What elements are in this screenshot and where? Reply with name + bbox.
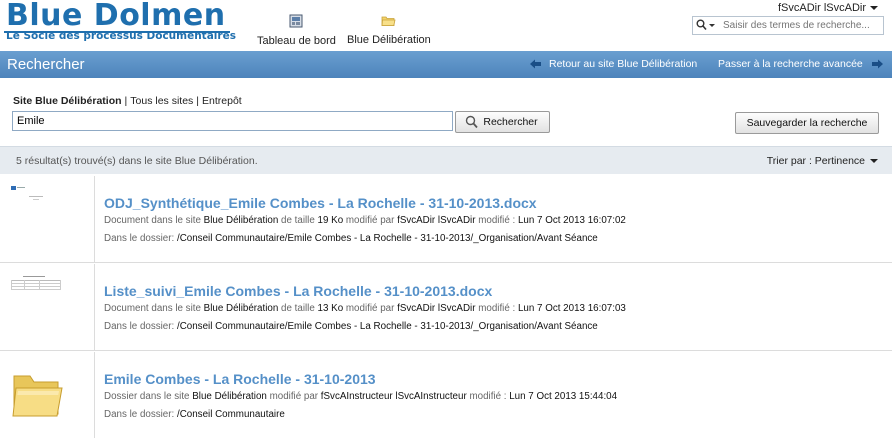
search-button-label: Rechercher (483, 116, 538, 128)
result-item: Emile Combes - La Rochelle - 31-10-2013 … (0, 352, 892, 438)
result-size: 13 Ko (317, 303, 344, 314)
result-type: Document dans le site (104, 215, 201, 226)
advanced-search-link[interactable]: Passer à la recherche avancée (718, 58, 883, 70)
chevron-down-icon (870, 159, 878, 164)
search-options-caret-icon[interactable] (709, 24, 715, 27)
arrow-right-icon (871, 59, 883, 72)
save-search-label: Sauvegarder la recherche (746, 117, 868, 129)
header: Blue Dolmen Le Socle des processus Docum… (0, 0, 892, 51)
back-to-site-label: Retour au site Blue Délibération (549, 58, 698, 70)
scope-all-sites[interactable]: Tous les sites (130, 95, 193, 107)
logo-tagline: Le Socle des processus Documentaires (6, 30, 236, 42)
chevron-down-icon (870, 6, 878, 11)
search-icon (465, 115, 478, 136)
thumbnail-column (0, 352, 95, 438)
result-modified-prefix: modifié : (469, 391, 507, 402)
scope-site[interactable]: Site Blue Délibération (13, 95, 122, 107)
result-modified-date: Lun 7 Oct 2013 16:07:02 (517, 215, 626, 226)
result-meta: Document dans le site Blue Délibération … (104, 215, 626, 226)
title-bar: Rechercher Retour au site Blue Délibérat… (0, 51, 892, 78)
blue-deliberation-label: Blue Délibération (347, 34, 431, 46)
folder-icon (347, 14, 431, 30)
result-folder-label: Dans le dossier: (104, 233, 175, 244)
result-meta: Document dans le site Blue Délibération … (104, 303, 626, 314)
logo-title[interactable]: Blue Dolmen (6, 0, 226, 33)
header-search-input[interactable] (723, 18, 881, 33)
arrow-left-icon (530, 59, 542, 72)
result-modified-by-prefix: modifié par (269, 391, 319, 402)
result-modified-prefix: modifié : (478, 303, 516, 314)
result-modified-date: Lun 7 Oct 2013 16:07:03 (517, 303, 626, 314)
result-modified-date: Lun 7 Oct 2013 15:44:04 (509, 391, 618, 402)
search-icon[interactable] (696, 19, 707, 34)
user-menu[interactable]: fSvcADir lSvcADir (778, 2, 878, 14)
advanced-search-label: Passer à la recherche avancée (718, 58, 863, 70)
result-folder-link[interactable]: /Conseil Communautaire/Emile Combes - La… (177, 321, 598, 332)
back-to-site-link[interactable]: Retour au site Blue Délibération (530, 58, 697, 70)
header-search (692, 16, 884, 35)
dashboard-link[interactable]: Tableau de bord (257, 14, 336, 47)
result-modified-by-prefix: modifié par (345, 215, 395, 226)
search-input[interactable] (13, 112, 452, 130)
result-type: Document dans le site (104, 303, 201, 314)
document-thumbnail[interactable] (9, 184, 63, 220)
result-folder-line: Dans le dossier: /Conseil Communautaire/… (104, 233, 598, 244)
thumbnail-column (0, 176, 95, 262)
results-count: 5 résultat(s) trouvé(s) dans le site Blu… (16, 155, 258, 167)
result-size: 19 Ko (317, 215, 344, 226)
result-folder-line: Dans le dossier: /Conseil Communautaire (104, 409, 285, 420)
thumbnail-column (0, 264, 95, 350)
table-document-thumbnail[interactable] (9, 272, 63, 308)
result-site-link[interactable]: Blue Délibération (204, 303, 279, 314)
user-name: fSvcADir lSvcADir (777, 2, 866, 14)
scope-separator: | (124, 95, 128, 107)
result-folder-link[interactable]: /Conseil Communautaire (177, 409, 285, 420)
result-modified-prefix: modifié : (478, 215, 516, 226)
blue-deliberation-link[interactable]: Blue Délibération (347, 14, 431, 46)
result-type: Dossier dans le site (104, 391, 190, 402)
result-meta: Dossier dans le site Blue Délibération m… (104, 391, 617, 402)
scope-repository[interactable]: Entrepôt (202, 95, 242, 107)
results-bar: 5 résultat(s) trouvé(s) dans le site Blu… (0, 146, 892, 174)
result-size-prefix: de taille (281, 215, 315, 226)
folder-icon[interactable] (10, 370, 64, 420)
scope-separator: | (196, 95, 200, 107)
result-folder-link[interactable]: /Conseil Communautaire/Emile Combes - La… (177, 233, 598, 244)
save-search-button[interactable]: Sauvegarder la recherche (735, 112, 879, 134)
search-button[interactable]: Rechercher (455, 111, 550, 133)
result-folder-label: Dans le dossier: (104, 321, 175, 332)
result-modifier-link[interactable]: fSvcADir lSvcADir (397, 303, 475, 314)
result-folder-line: Dans le dossier: /Conseil Communautaire/… (104, 321, 598, 332)
result-folder-label: Dans le dossier: (104, 409, 175, 420)
search-scope: Site Blue Délibération | Tous les sites | En… (13, 95, 242, 107)
result-modifier-link[interactable]: fSvcAInstructeur lSvcAInstructeur (321, 391, 467, 402)
search-box (12, 111, 453, 131)
page-title: Rechercher (7, 56, 85, 73)
result-item: Liste_suivi_Emile Combes - La Rochelle -… (0, 264, 892, 351)
result-title-link[interactable]: ODJ_Synthétique_Emile Combes - La Rochel… (104, 195, 537, 211)
result-modified-by-prefix: modifié par (345, 303, 395, 314)
sort-dropdown[interactable]: Trier par : Pertinence (767, 155, 878, 167)
result-modifier-link[interactable]: fSvcADir lSvcADir (397, 215, 475, 226)
sort-label: Trier par : Pertinence (766, 155, 865, 167)
result-site-link[interactable]: Blue Délibération (204, 215, 279, 226)
result-title-link[interactable]: Liste_suivi_Emile Combes - La Rochelle -… (104, 283, 492, 299)
dashboard-label: Tableau de bord (257, 35, 336, 47)
dashboard-icon (257, 14, 336, 31)
result-size-prefix: de taille (281, 303, 315, 314)
result-title-link[interactable]: Emile Combes - La Rochelle - 31-10-2013 (104, 371, 376, 387)
result-site-link[interactable]: Blue Délibération (192, 391, 267, 402)
result-item: ODJ_Synthétique_Emile Combes - La Rochel… (0, 176, 892, 263)
